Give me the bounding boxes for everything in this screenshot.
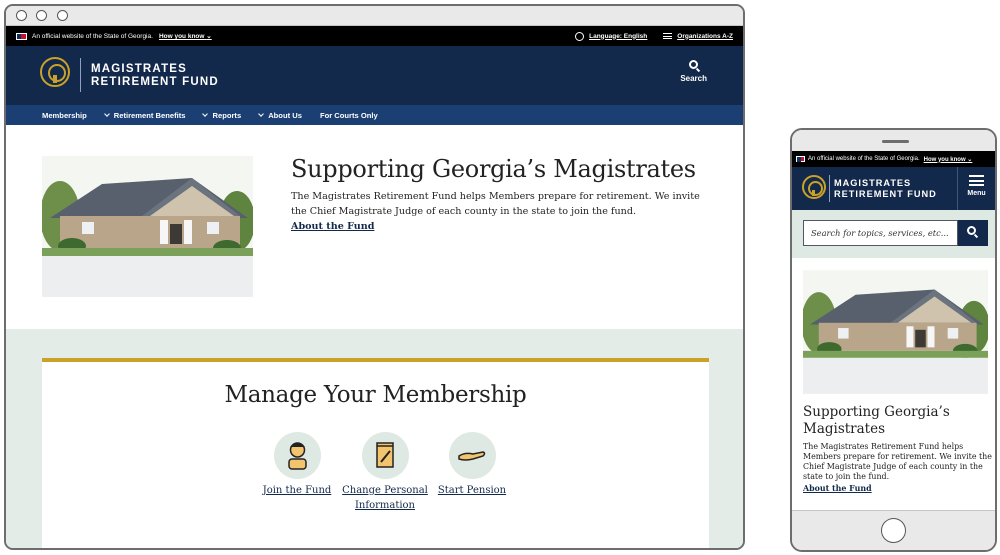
search-input[interactable]: Search for topics, services, etc...	[803, 220, 958, 246]
phone-bottom-bezel	[792, 510, 995, 550]
nav-item-retirement-benefits[interactable]: Retirement Benefits	[103, 110, 185, 120]
change-personal-information-link[interactable]: Change Personal Information	[340, 484, 430, 513]
window-close-button[interactable]	[16, 10, 27, 21]
search-icon	[967, 226, 976, 235]
about-the-fund-link[interactable]: About the Fund	[803, 484, 872, 493]
membership-card: Manage Your Membership Join the Fund Cha…	[42, 358, 709, 548]
phone-top-bezel	[792, 130, 995, 151]
desktop-browser-window: An official website of the State of Geor…	[4, 4, 745, 550]
hero-title: Supporting Georgia’s Magistrates	[803, 404, 950, 437]
nav-item-membership[interactable]: Membership	[42, 111, 87, 120]
georgia-seal-logo[interactable]	[802, 175, 826, 199]
browser-chrome	[6, 6, 743, 26]
georgia-flag-icon	[796, 156, 805, 162]
notepad-icon	[361, 432, 409, 479]
logo-divider	[829, 175, 830, 202]
chevron-down-icon	[202, 110, 209, 117]
home-button[interactable]	[881, 518, 906, 543]
speaker-grille	[882, 140, 909, 143]
language-link[interactable]: Language: English	[575, 31, 647, 41]
mobile-site-header: MAGISTRATES RETIREMENT FUND Menu	[792, 167, 995, 210]
chevron-down-icon: ⌄	[967, 156, 973, 163]
site-name[interactable]: MAGISTRATES RETIREMENT FUND	[834, 178, 937, 200]
official-banner: An official website of the State of Geor…	[6, 26, 743, 46]
search-button[interactable]: Search	[680, 60, 707, 83]
nav-item-reports[interactable]: Reports	[202, 110, 241, 120]
mobile-official-banner: An official website of the State of Geor…	[792, 151, 995, 167]
search-submit-button[interactable]	[958, 220, 988, 246]
georgia-seal-logo[interactable]	[40, 57, 70, 87]
change-personal-information-action[interactable]: Change Personal Information	[340, 432, 430, 513]
list-icon	[663, 32, 673, 39]
hand-icon	[448, 432, 496, 479]
chevron-down-icon	[258, 110, 265, 117]
membership-title: Manage Your Membership	[224, 382, 527, 408]
hamburger-icon	[969, 175, 984, 186]
official-text: An official website of the State of Geor…	[808, 156, 920, 162]
chevron-down-icon	[103, 110, 110, 117]
membership-section: Manage Your Membership Join the Fund Cha…	[6, 329, 743, 548]
nav-item-about-us[interactable]: About Us	[258, 110, 302, 120]
hero-description: The Magistrates Retirement Fund helps Me…	[291, 191, 700, 217]
search-icon	[689, 60, 699, 69]
join-the-fund-action[interactable]: Join the Fund	[252, 432, 342, 499]
globe-icon	[575, 31, 585, 41]
house-photo	[42, 156, 253, 297]
georgia-flag-icon	[16, 32, 27, 40]
house-photo	[803, 270, 988, 394]
hero-section: Supporting Georgia’s Magistrates The Mag…	[6, 125, 743, 328]
window-maximize-button[interactable]	[57, 10, 68, 21]
nav-item-for-courts-only[interactable]: For Courts Only	[320, 111, 378, 120]
start-pension-link[interactable]: Start Pension	[427, 484, 517, 499]
organizations-link[interactable]: Organizations A-Z	[663, 33, 733, 40]
join-the-fund-link[interactable]: Join the Fund	[252, 484, 342, 499]
hero-title: Supporting Georgia’s Magistrates	[291, 155, 696, 183]
site-header: MAGISTRATES RETIREMENT FUND Search	[6, 46, 743, 105]
menu-button[interactable]: Menu	[957, 167, 995, 210]
hero-description: The Magistrates Retirement Fund helps Me…	[803, 442, 992, 481]
window-minimize-button[interactable]	[36, 10, 47, 21]
how-you-know-link[interactable]: How you know ⌄	[924, 156, 973, 163]
how-you-know-link[interactable]: How you know ⌄	[159, 32, 212, 40]
start-pension-action[interactable]: Start Pension	[427, 432, 517, 499]
chevron-down-icon: ⌄	[206, 33, 212, 40]
person-icon	[273, 432, 321, 479]
site-name[interactable]: MAGISTRATES RETIREMENT FUND	[91, 63, 219, 89]
logo-divider	[80, 58, 81, 92]
mobile-search-bar: Search for topics, services, etc...	[792, 210, 995, 258]
mobile-device: An official website of the State of Geor…	[790, 128, 997, 552]
main-nav: Membership Retirement Benefits Reports A…	[6, 105, 743, 125]
official-text: An official website of the State of Geor…	[32, 32, 153, 40]
about-the-fund-link[interactable]: About the Fund	[291, 221, 374, 232]
